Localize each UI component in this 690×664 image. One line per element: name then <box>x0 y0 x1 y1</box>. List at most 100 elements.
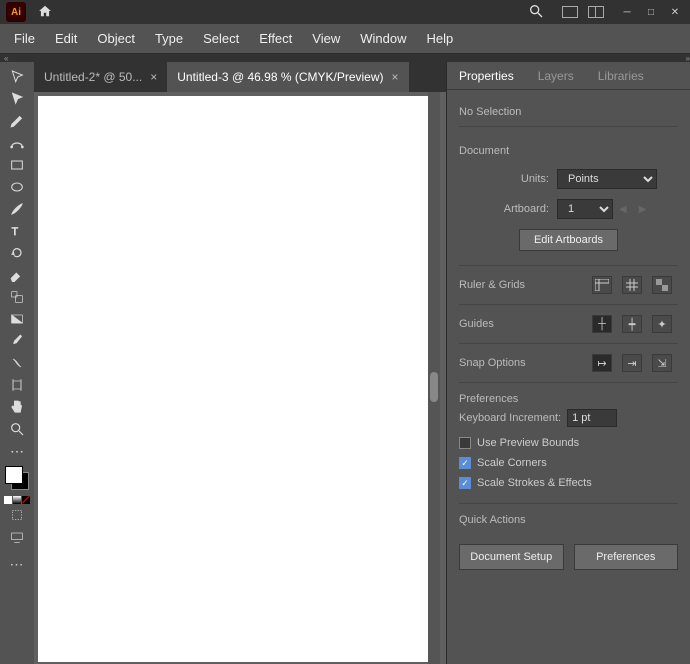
document-area: Untitled-2* @ 50... × Untitled-3 @ 46.98… <box>34 62 446 664</box>
close-icon[interactable]: × <box>392 70 399 84</box>
document-tab-1[interactable]: Untitled-2* @ 50... × <box>34 62 167 92</box>
use-preview-bounds-checkbox[interactable] <box>459 437 471 449</box>
properties-panel: Properties Layers Libraries No Selection… <box>446 62 690 664</box>
home-icon[interactable] <box>38 4 52 21</box>
workspace: T ⋯ ⋯ Untitled-2* @ 50... × <box>0 62 690 664</box>
color-mode-color[interactable] <box>4 496 12 504</box>
scale-corners-label: Scale Corners <box>477 457 547 469</box>
snap-pixel-icon[interactable]: ⇲ <box>652 354 672 372</box>
artboard-canvas[interactable] <box>38 96 428 662</box>
tab-layers[interactable]: Layers <box>526 62 586 89</box>
units-label: Units: <box>459 173 549 185</box>
units-select[interactable]: Points <box>557 169 657 189</box>
document-tab-bar: Untitled-2* @ 50... × Untitled-3 @ 46.98… <box>34 62 446 92</box>
fill-stroke-swatch[interactable] <box>5 466 29 490</box>
color-mode-gradient[interactable] <box>13 496 21 504</box>
title-bar: Ai ─ □ ✕ <box>0 0 690 24</box>
document-setup-button[interactable]: Document Setup <box>459 544 564 570</box>
menu-bar: File Edit Object Type Select Effect View… <box>0 24 690 54</box>
eyedropper-tool[interactable] <box>5 330 29 352</box>
screen-mode-icon[interactable] <box>5 526 29 548</box>
artboard-label: Artboard: <box>459 203 549 215</box>
menu-select[interactable]: Select <box>193 31 249 46</box>
keyboard-increment-label: Keyboard Increment: <box>459 412 561 424</box>
app-icon: Ai <box>6 2 26 22</box>
hand-tool[interactable] <box>5 396 29 418</box>
panel-expand-row: « » <box>0 54 690 62</box>
toolbar-more-icon[interactable]: ⋯ <box>10 556 25 573</box>
snap-options-label: Snap Options <box>459 357 592 369</box>
keyboard-increment-input[interactable] <box>567 409 617 427</box>
paintbrush-tool[interactable] <box>5 198 29 220</box>
vertical-scrollbar[interactable] <box>428 92 440 664</box>
maximize-button[interactable]: □ <box>642 6 660 18</box>
draw-mode-icon[interactable] <box>5 504 29 526</box>
edit-artboards-button[interactable]: Edit Artboards <box>519 229 618 251</box>
expand-left-icon[interactable]: « <box>4 54 8 62</box>
workspace-switcher-icon[interactable] <box>588 6 604 18</box>
artboard-tool[interactable] <box>5 374 29 396</box>
menu-window[interactable]: Window <box>350 31 416 46</box>
direct-selection-tool[interactable] <box>5 88 29 110</box>
snap-grid-icon[interactable]: ⇥ <box>622 354 642 372</box>
scale-corners-checkbox[interactable]: ✓ <box>459 457 471 469</box>
curvature-tool[interactable] <box>5 132 29 154</box>
rotate-tool[interactable] <box>5 242 29 264</box>
ellipse-tool[interactable] <box>5 176 29 198</box>
panel-tab-bar: Properties Layers Libraries <box>447 62 690 90</box>
type-tool[interactable]: T <box>5 220 29 242</box>
fill-swatch[interactable] <box>5 466 23 484</box>
document-tab-2[interactable]: Untitled-3 @ 46.98 % (CMYK/Preview) × <box>167 62 408 92</box>
scale-strokes-checkbox[interactable]: ✓ <box>459 477 471 489</box>
menu-effect[interactable]: Effect <box>249 31 302 46</box>
scale-strokes-label: Scale Strokes & Effects <box>477 477 592 489</box>
tab-properties[interactable]: Properties <box>447 62 526 89</box>
pen-tool[interactable] <box>5 110 29 132</box>
show-guides-icon[interactable]: ┼ <box>592 315 612 333</box>
rulers-icon[interactable] <box>592 276 612 294</box>
scrollbar-thumb[interactable] <box>430 372 438 402</box>
canvas-viewport[interactable] <box>34 92 446 664</box>
gradient-tool[interactable] <box>5 308 29 330</box>
menu-object[interactable]: Object <box>87 31 145 46</box>
transparency-grid-icon[interactable] <box>652 276 672 294</box>
tool-panel: T ⋯ ⋯ <box>0 62 34 664</box>
scale-tool[interactable] <box>5 286 29 308</box>
expand-right-icon[interactable]: » <box>686 54 690 62</box>
ruler-grids-label: Ruler & Grids <box>459 279 592 291</box>
panel-body: No Selection Document Units: Points Artb… <box>447 90 690 664</box>
preferences-heading: Preferences <box>459 393 678 405</box>
menu-edit[interactable]: Edit <box>45 31 87 46</box>
menu-view[interactable]: View <box>302 31 350 46</box>
tab-libraries[interactable]: Libraries <box>586 62 656 89</box>
next-artboard-icon[interactable]: ▶ <box>639 204 647 215</box>
edit-toolbar-icon[interactable]: ⋯ <box>5 440 29 462</box>
menu-file[interactable]: File <box>4 31 45 46</box>
document-tab-title: Untitled-2* @ 50... <box>44 70 142 84</box>
use-preview-bounds-label: Use Preview Bounds <box>477 437 579 449</box>
prev-artboard-icon[interactable]: ◀ <box>619 204 627 215</box>
minimize-button[interactable]: ─ <box>618 6 636 18</box>
svg-text:T: T <box>12 226 19 238</box>
smart-guides-icon[interactable]: ✦ <box>652 315 672 333</box>
arrange-documents-icon[interactable] <box>562 6 578 18</box>
document-section-heading: Document <box>459 137 678 165</box>
search-icon[interactable] <box>528 3 544 22</box>
selection-tool[interactable] <box>5 66 29 88</box>
lock-guides-icon[interactable]: ┿ <box>622 315 642 333</box>
close-button[interactable]: ✕ <box>666 6 684 18</box>
close-icon[interactable]: × <box>150 70 157 84</box>
grid-icon[interactable] <box>622 276 642 294</box>
color-mode-icons[interactable] <box>4 496 30 504</box>
artboard-select[interactable]: 1 <box>557 199 613 219</box>
menu-type[interactable]: Type <box>145 31 193 46</box>
preferences-button[interactable]: Preferences <box>574 544 679 570</box>
eraser-tool[interactable] <box>5 264 29 286</box>
zoom-tool[interactable] <box>5 418 29 440</box>
document-tab-title: Untitled-3 @ 46.98 % (CMYK/Preview) <box>177 70 383 84</box>
blend-tool[interactable] <box>5 352 29 374</box>
snap-point-icon[interactable]: ↦ <box>592 354 612 372</box>
color-mode-none[interactable] <box>22 496 30 504</box>
menu-help[interactable]: Help <box>416 31 463 46</box>
rectangle-tool[interactable] <box>5 154 29 176</box>
